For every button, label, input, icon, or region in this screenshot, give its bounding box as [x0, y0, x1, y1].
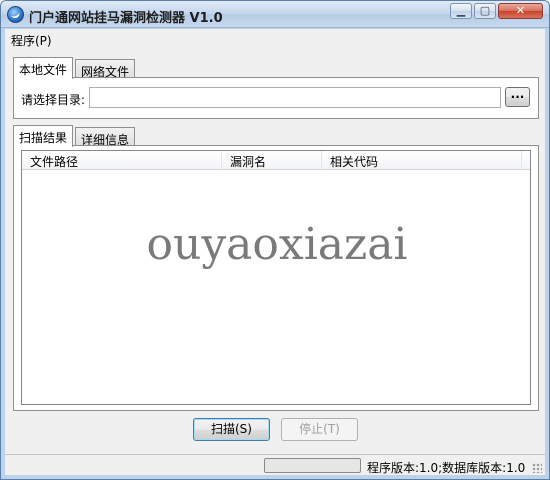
- browse-button[interactable]: ...: [505, 87, 530, 107]
- directory-input[interactable]: [89, 87, 501, 108]
- close-button[interactable]: ✕: [498, 3, 543, 19]
- results-list-header: 文件路径 漏洞名 相关代码: [22, 151, 530, 170]
- column-header-vuln-name[interactable]: 漏洞名: [222, 151, 322, 170]
- tab-scan-results[interactable]: 扫描结果: [13, 125, 74, 147]
- minimize-button[interactable]: ▁: [450, 3, 472, 19]
- main-window: 门户通网站挂马漏洞检测器 V1.0 ▁ ▢ ✕ 程序(P) 本地文件 网络文件 …: [0, 0, 550, 480]
- title-bar[interactable]: 门户通网站挂马漏洞检测器 V1.0 ▁ ▢ ✕: [1, 1, 549, 28]
- client-area: 程序(P) 本地文件 网络文件 请选择目录: ... 扫描结果 详细信息 文件路…: [5, 29, 545, 475]
- watermark-text: ouyaoxiazai: [146, 219, 408, 270]
- status-bar: 程序版本:1.0;数据库版本:1.0: [5, 454, 545, 475]
- stop-button[interactable]: 停止(T): [281, 418, 358, 441]
- resize-grip-icon[interactable]: [532, 463, 542, 473]
- scan-progress-bar: [264, 458, 361, 473]
- maximize-button[interactable]: ▢: [474, 3, 496, 19]
- column-header-related-code[interactable]: 相关代码: [322, 151, 522, 170]
- results-list[interactable]: 文件路径 漏洞名 相关代码 ouyaoxiazai: [21, 150, 531, 405]
- tab-local-file[interactable]: 本地文件: [13, 57, 74, 79]
- menu-bar: 程序(P): [5, 29, 545, 49]
- window-title: 门户通网站挂马漏洞检测器 V1.0: [29, 11, 223, 26]
- column-header-file-path[interactable]: 文件路径: [22, 151, 222, 170]
- app-logo-icon: [7, 6, 24, 23]
- version-status-text: 程序版本:1.0;数据库版本:1.0: [367, 461, 526, 475]
- menu-program[interactable]: 程序(P): [11, 32, 52, 49]
- directory-label: 请选择目录:: [21, 93, 86, 107]
- scan-button[interactable]: 扫描(S): [193, 418, 270, 441]
